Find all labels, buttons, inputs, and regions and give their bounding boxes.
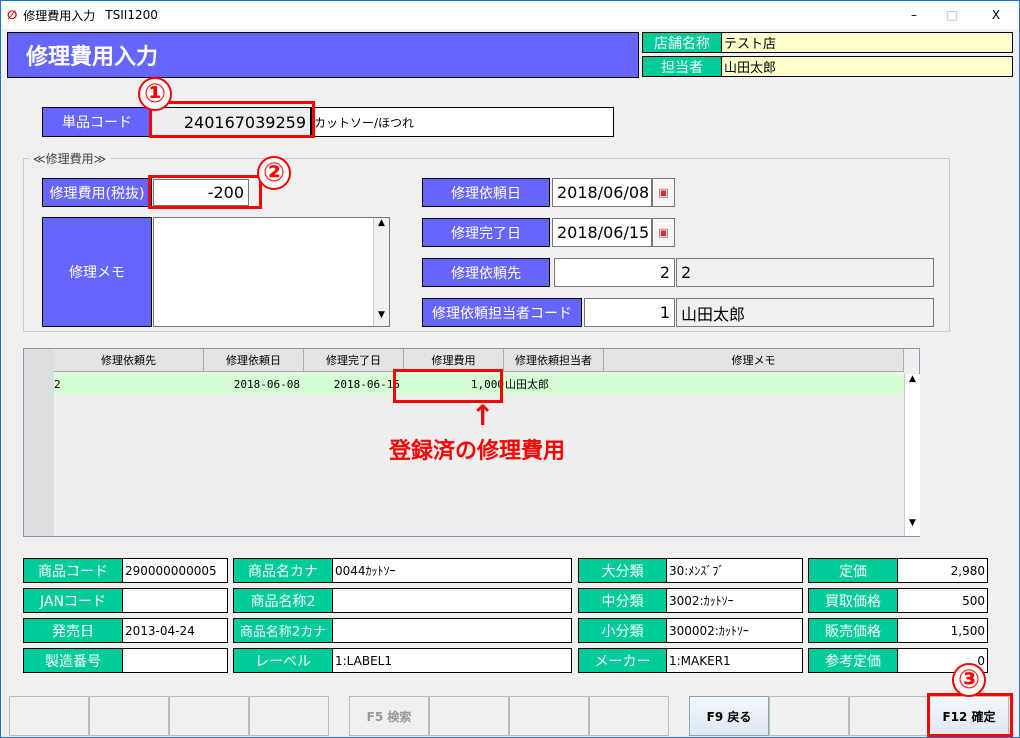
fkey-11[interactable] [849,696,929,736]
repair-cost-input[interactable]: -200 [153,179,249,206]
name2kana-label: 商品名称2カナ [233,618,333,643]
complete-date-input[interactable]: 2018/06/15 [552,218,652,247]
repair-memo-textarea[interactable] [153,217,390,327]
search-button[interactable]: F5 検索 [349,696,429,736]
title-bar: ∅ 修理費用入力 TSII1200 – □ X [1,1,1019,29]
cat1-label: 大分類 [578,558,667,583]
list-price-label: 定価 [808,558,898,583]
window-title: 修理費用入力 [23,8,96,23]
back-button[interactable]: F9 戻る [689,696,769,736]
name2-value [332,588,572,613]
repair-memo-label: 修理メモ [42,217,152,327]
person-code-label: 修理依頼担当者コード [422,298,582,327]
column-header[interactable]: 修理依頼先 [54,349,204,372]
cell-request-date: 2018-06-08 [233,377,300,391]
fkey-7[interactable] [509,696,589,736]
fkey-2[interactable] [89,696,169,736]
vendor-label: 修理依頼先 [422,258,550,287]
person-name: 山田太郎 [676,298,934,327]
row-header-column [24,349,54,536]
fkey-4[interactable] [249,696,329,736]
cell-memo [604,374,904,394]
sell-price-value: 1,500 [897,618,988,643]
annotation-2: ② [257,156,291,190]
request-date-label: 修理依頼日 [422,178,550,207]
release-value: 2013-04-24 [122,618,228,643]
fkey-3[interactable] [169,696,249,736]
serial-value [122,648,228,673]
annotation-note: 登録済の修理費用 [389,439,566,464]
memo-scrollbar[interactable]: ▲ ▼ [373,218,389,326]
cell-cost: 1,000 [470,377,504,391]
list-price-value: 2,980 [897,558,988,583]
release-label: 発売日 [23,618,123,643]
item-name: カットソー/ほつれ [311,107,614,137]
column-header[interactable]: 修理依頼担当者 [504,349,604,372]
cat3-value: 300002:ｶｯﾄｿｰ [666,618,803,643]
product-code-label: 商品コード [23,558,123,583]
column-header[interactable]: 修理完了日 [304,349,404,372]
confirm-button[interactable]: F12 確定 [929,696,1009,736]
item-code-input[interactable]: 240167039259 [151,107,311,137]
fkey-8[interactable] [589,696,669,736]
column-header[interactable]: 修理メモ [604,349,904,372]
buy-price-label: 買取価格 [808,588,898,613]
maker-label: メーカー [578,648,667,673]
person-code-input[interactable]: 1 [584,298,675,327]
cell-vendor: 2 [54,377,61,391]
cell-person: 山田太郎 [505,378,549,391]
level-label: レーベル [233,648,333,673]
item-code-label: 単品コード [42,107,152,137]
maximize-button[interactable]: □ [937,8,967,22]
calendar-icon[interactable]: ▣ [652,178,675,207]
app-icon: ∅ [7,8,18,22]
column-header[interactable]: 修理費用 [404,349,504,372]
minimize-button[interactable]: – [899,8,929,22]
column-header[interactable]: 修理依頼日 [204,349,304,372]
fkey-1[interactable] [9,696,89,736]
cat1-value: 30:ﾒﾝｽﾞﾌﾞ [666,558,803,583]
ref-price-label: 参考定価 [808,648,898,673]
annotation-1: ① [138,77,172,111]
jan-label: JANコード [23,588,123,613]
name2-label: 商品名称2 [233,588,333,613]
request-date-input[interactable]: 2018/06/08 [552,178,652,207]
cat2-value: 3002:ｶｯﾄｿｰ [666,588,803,613]
kana-value: 0044ｶｯﾄｿｰ [332,558,572,583]
name2kana-value [332,618,572,643]
vendor-name: 2 [676,258,934,287]
cat2-label: 中分類 [578,588,667,613]
sell-price-label: 販売価格 [808,618,898,643]
product-code-value: 290000000005 [122,558,228,583]
cell-complete-date: 2018-06-15 [333,377,400,391]
store-value: テスト店 [721,32,1013,53]
annotation-arrow: ↑ [471,399,495,432]
repair-group-title: ≪修理費用≫ [29,150,111,167]
maker-value: 1:MAKER1 [666,648,803,673]
level-value: 1:LABEL1 [332,648,572,673]
staff-value: 山田太郎 [721,56,1013,77]
store-label: 店舗名称 [642,32,722,53]
buy-price-value: 500 [897,588,988,613]
fkey-10[interactable] [769,696,849,736]
complete-date-label: 修理完了日 [422,218,550,247]
serial-label: 製造番号 [23,648,123,673]
annotation-3: ③ [952,663,986,697]
close-button[interactable]: X [981,8,1011,22]
fkey-6[interactable] [429,696,509,736]
grid-scrollbar[interactable]: ▲ ▼ [904,374,920,536]
staff-label: 担当者 [642,56,722,77]
page-title: 修理費用入力 [7,32,639,78]
calendar-icon[interactable]: ▣ [652,218,675,247]
jan-value [122,588,228,613]
vendor-code-input[interactable]: 2 [554,258,675,287]
repair-cost-label: 修理費用(税抜) [42,178,152,207]
kana-label: 商品名カナ [233,558,333,583]
window-code: TSII1200 [105,8,158,22]
cat3-label: 小分類 [578,618,667,643]
